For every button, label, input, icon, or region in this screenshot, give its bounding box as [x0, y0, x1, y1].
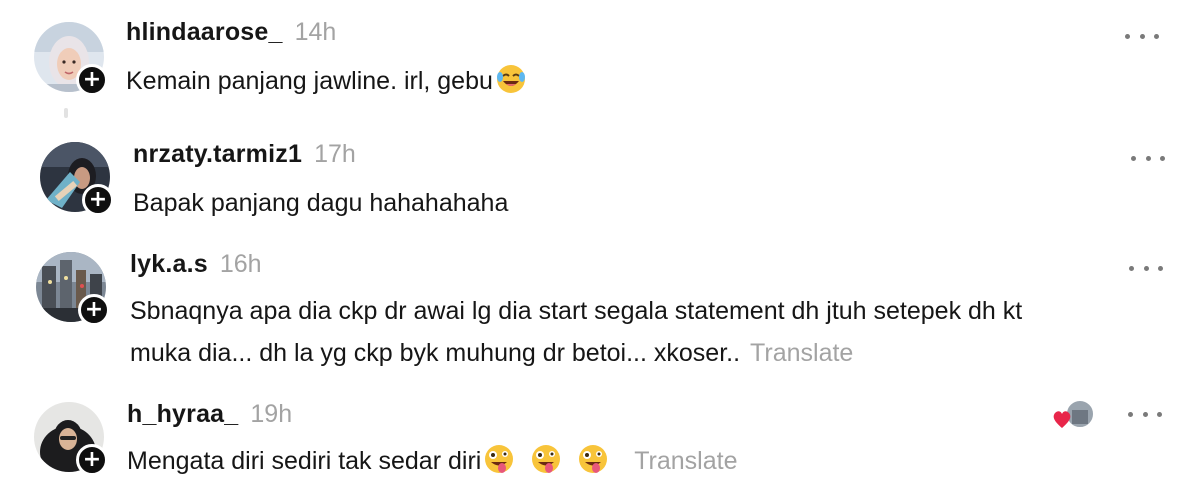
comment-text-line-2: muka dia... dh la yg ckp byk muhung dr b… [130, 332, 1170, 374]
translate-link[interactable]: Translate [750, 339, 853, 367]
comment-text-wrap: Mengata diri sediri tak sedar diri Trans… [127, 440, 1167, 488]
more-options-icon[interactable] [1129, 258, 1163, 278]
avatar-wrap[interactable]: + [40, 142, 114, 216]
comment-item: + h_hyraa_ 19h Mengata diri sediri tak s… [0, 380, 1200, 489]
timestamp: 14h [294, 18, 337, 46]
timestamp: 17h [314, 140, 356, 168]
comment-text-line: Sbnaqnya apa dia ckp dr awai lg dia star… [130, 297, 1023, 325]
heart-icon [1053, 411, 1071, 428]
username[interactable]: h_hyraa_ [127, 400, 238, 429]
zany-face-emoji-icon [530, 443, 562, 488]
translate-link[interactable]: Translate [634, 447, 737, 475]
follow-plus-icon[interactable]: + [76, 444, 108, 476]
comment-text-wrap: Bapak panjang dagu hahahahaha [133, 182, 1173, 224]
more-options-icon[interactable] [1131, 148, 1165, 168]
comment-text: Mengata diri sediri tak sedar diri [127, 447, 482, 475]
follow-plus-icon[interactable]: + [76, 64, 108, 96]
laughing-tears-emoji-icon [495, 63, 527, 108]
more-options-icon[interactable] [1128, 404, 1162, 424]
comment-text-wrap: Sbnaqnya apa dia ckp dr awai lg dia star… [130, 290, 1170, 374]
comment-text: Bapak panjang dagu hahahahaha [133, 189, 509, 217]
username[interactable]: nrzaty.tarmiz1 [133, 140, 302, 169]
creator-liked-indicator [1052, 398, 1096, 432]
comment-item: + nrzaty.tarmiz1 17h Bapak panjang dagu … [0, 120, 1200, 230]
comment-text-line: muka dia... dh la yg ckp byk muhung dr b… [130, 339, 741, 367]
comment-text-wrap: Kemain panjang jawline. irl, gebu [126, 60, 1166, 108]
more-options-icon[interactable] [1125, 26, 1159, 46]
follow-plus-icon[interactable]: + [82, 184, 114, 216]
comment-item: + hlindaarose_ 14h Kemain panjang jawlin… [0, 0, 1200, 120]
follow-plus-icon[interactable]: + [78, 294, 110, 326]
username[interactable]: lyk.a.s [130, 250, 208, 279]
zany-face-emoji-icon [577, 443, 609, 488]
username[interactable]: hlindaarose_ [126, 18, 283, 47]
comment-text: Kemain panjang jawline. irl, gebu [126, 67, 493, 95]
avatar-wrap[interactable]: + [34, 22, 108, 96]
comment-item: + lyk.a.s 16h Sbnaqnya apa dia ckp dr aw… [0, 230, 1200, 380]
thread-divider [64, 108, 68, 118]
zany-face-emoji-icon [483, 443, 515, 488]
timestamp: 16h [219, 250, 262, 278]
avatar-wrap[interactable]: + [36, 252, 110, 326]
timestamp: 19h [250, 400, 293, 428]
avatar-wrap[interactable]: + [34, 402, 108, 476]
